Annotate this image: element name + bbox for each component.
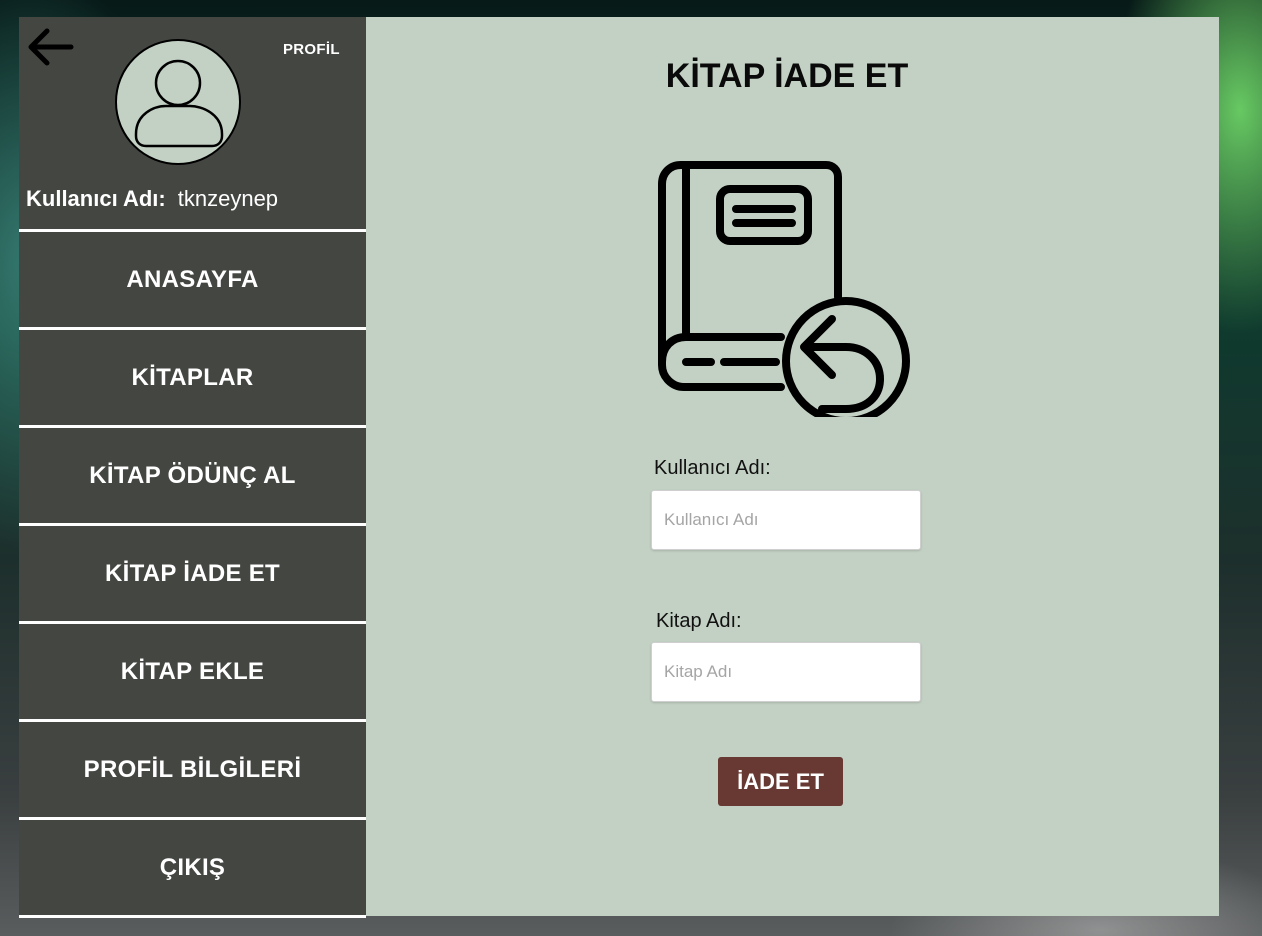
book-name-input[interactable] <box>651 642 921 702</box>
nav-item-kitaplar[interactable]: KİTAPLAR <box>19 330 366 428</box>
sidebar: PROFİL Kullanıcı Adı: tknzeynep ANASAYFA … <box>19 17 366 918</box>
username-field-label: Kullanıcı Adı: <box>654 457 771 479</box>
nav-item-kitap-iade-et[interactable]: KİTAP İADE ET <box>19 526 366 624</box>
return-book-button[interactable]: İADE ET <box>718 757 843 806</box>
nav-item-cikis[interactable]: ÇIKIŞ <box>19 820 366 918</box>
nav-item-kitap-odunc-al[interactable]: KİTAP ÖDÜNÇ AL <box>19 428 366 526</box>
nav-item-anasayfa[interactable]: ANASAYFA <box>19 232 366 330</box>
app-window: PROFİL Kullanıcı Adı: tknzeynep ANASAYFA … <box>19 17 1219 918</box>
nav-item-kitap-ekle[interactable]: KİTAP EKLE <box>19 624 366 722</box>
username-label: Kullanıcı Adı: <box>26 186 166 211</box>
username-row: Kullanıcı Adı: tknzeynep <box>26 186 278 212</box>
book-return-icon <box>658 161 910 417</box>
main-panel: KİTAP İADE ET Kullanıcı Adı: Kitap Adı: … <box>366 17 1219 916</box>
nav-item-profil-bilgileri[interactable]: PROFİL BİLGİLERİ <box>19 722 366 820</box>
back-arrow-icon[interactable] <box>23 25 75 69</box>
username-value: tknzeynep <box>177 186 279 211</box>
book-name-field-label: Kitap Adı: <box>656 610 742 632</box>
page-title: KİTAP İADE ET <box>665 57 909 95</box>
username-input[interactable] <box>651 490 921 550</box>
avatar-icon[interactable] <box>114 38 242 166</box>
profile-area: PROFİL Kullanıcı Adı: tknzeynep <box>19 17 366 232</box>
profile-link[interactable]: PROFİL <box>283 41 340 58</box>
